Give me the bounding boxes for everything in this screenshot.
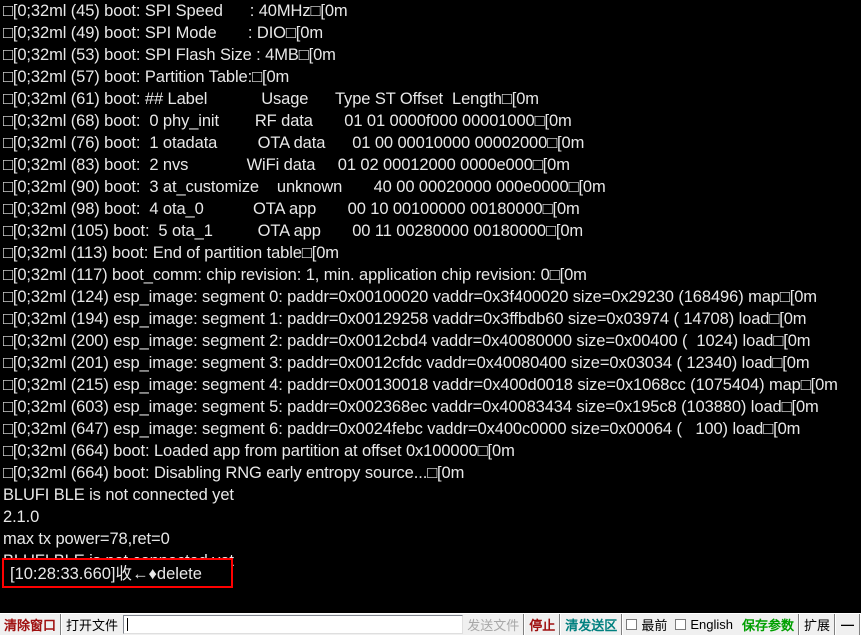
log-line: □[0;32ml (215) esp_image: segment 4: pad… <box>3 376 838 394</box>
log-line: □[0;32ml (124) esp_image: segment 0: pad… <box>3 288 817 306</box>
english-checkbox[interactable]: English <box>672 614 738 635</box>
log-line: □[0;32ml (194) esp_image: segment 1: pad… <box>3 310 807 328</box>
log-line: 2.1.0 <box>3 508 40 526</box>
stop-button[interactable]: 停止 <box>525 614 560 635</box>
log-line: □[0;32ml (90) boot: 3 at_customize unkno… <box>3 178 606 196</box>
log-line: □[0;32ml (200) esp_image: segment 2: pad… <box>3 332 811 350</box>
log-line: □[0;32ml (83) boot: 2 nvs WiFi data 01 0… <box>3 156 570 174</box>
log-line: □[0;32ml (57) boot: Partition Table:□[0m <box>3 68 290 86</box>
serial-terminal-window: □[0;32ml (45) boot: SPI Speed : 40MHz□[0… <box>0 0 861 635</box>
log-line: □[0;32ml (201) esp_image: segment 3: pad… <box>3 354 810 372</box>
bottom-toolbar: 清除窗口 打开文件 发送文件 停止 清发送区 最前 English 保存参数 扩… <box>0 613 861 635</box>
log-line: □[0;32ml (603) esp_image: segment 5: pad… <box>3 398 819 416</box>
highlighted-received-line: [10:28:33.660]收←♦delete <box>2 558 233 588</box>
topmost-checkbox[interactable]: 最前 <box>623 614 672 635</box>
file-path-input[interactable] <box>123 615 464 634</box>
log-line: □[0;32ml (117) boot_comm: chip revision:… <box>3 266 587 284</box>
file-path-field[interactable] <box>128 616 461 633</box>
minimize-button[interactable]: — <box>836 614 859 635</box>
log-line: □[0;32ml (76) boot: 1 otadata OTA data 0… <box>3 134 585 152</box>
log-line: □[0;32ml (105) boot: 5 ota_1 OTA app 00 … <box>3 222 584 240</box>
terminal-log-area[interactable]: □[0;32ml (45) boot: SPI Speed : 40MHz□[0… <box>0 0 861 613</box>
clear-send-area-button[interactable]: 清发送区 <box>561 614 622 635</box>
log-line: □[0;32ml (53) boot: SPI Flash Size : 4MB… <box>3 46 336 64</box>
extend-button[interactable]: 扩展 <box>799 614 834 635</box>
log-line: □[0;32ml (45) boot: SPI Speed : 40MHz□[0… <box>3 2 348 20</box>
log-line: □[0;32ml (647) esp_image: segment 6: pad… <box>3 420 801 438</box>
clear-window-button[interactable]: 清除窗口 <box>0 614 61 635</box>
log-lines: □[0;32ml (45) boot: SPI Speed : 40MHz□[0… <box>3 0 861 613</box>
send-file-button[interactable]: 发送文件 <box>463 614 524 635</box>
log-line: □[0;32ml (113) boot: End of partition ta… <box>3 244 339 262</box>
log-line: max tx power=78,ret=0 <box>3 530 170 548</box>
log-line: □[0;32ml (61) boot: ## Label Usage Type … <box>3 90 539 108</box>
checkbox-box-icon[interactable] <box>626 619 638 630</box>
english-label: English <box>690 617 733 632</box>
highlighted-received-text: [10:28:33.660]收←♦delete <box>10 565 202 583</box>
log-line: □[0;32ml (664) boot: Disabling RNG early… <box>3 464 465 482</box>
save-params-button[interactable]: 保存参数 <box>737 614 798 635</box>
open-file-button[interactable]: 打开文件 <box>62 614 123 635</box>
log-line: □[0;32ml (664) boot: Loaded app from par… <box>3 442 515 460</box>
checkbox-box-icon[interactable] <box>675 619 687 630</box>
log-line: □[0;32ml (98) boot: 4 ota_0 OTA app 00 1… <box>3 200 580 218</box>
topmost-label: 最前 <box>641 618 668 633</box>
log-line: □[0;32ml (68) boot: 0 phy_init RF data 0… <box>3 112 572 130</box>
log-line: BLUFI BLE is not connected yet <box>3 486 234 504</box>
log-line: □[0;32ml (49) boot: SPI Mode : DIO□[0m <box>3 24 323 42</box>
